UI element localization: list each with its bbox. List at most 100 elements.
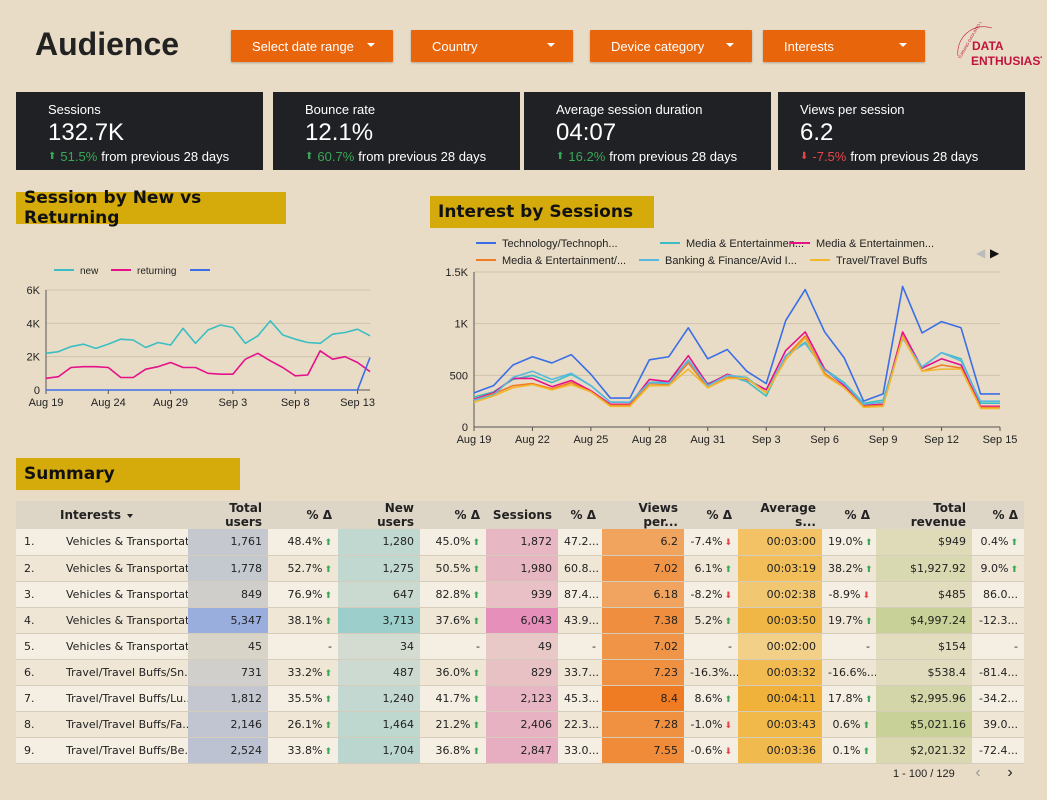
cell-v: 8.4 — [602, 685, 684, 711]
device-category-label: Device category — [611, 38, 705, 54]
cell-tu-delta: 76.9% ⬆ — [287, 587, 333, 601]
col-avg-session[interactable]: Average s... — [738, 501, 822, 529]
col-total-users-delta[interactable]: % Δ — [268, 501, 338, 529]
cell-s: 829 — [486, 659, 558, 685]
table-row[interactable]: 7. Travel/Travel Buffs/Lu... 1,812 35.5% ⬆ 1,… — [16, 685, 1024, 711]
cell-v: 7.55 — [602, 737, 684, 763]
cell-tu: 2,524 — [188, 737, 268, 763]
interest-name: Travel/Travel Buffs/Lu... — [66, 691, 188, 705]
device-category-filter[interactable]: Device category — [590, 30, 752, 62]
cell-tu: 5,347 — [188, 607, 268, 633]
summary-table-wrapper: Interests Total users % Δ New users % Δ … — [16, 501, 1024, 764]
col-sessions-delta[interactable]: % Δ — [558, 501, 602, 529]
cell-s: 1,872 — [486, 529, 558, 555]
table-row[interactable]: 3. Vehicles & Transportat... 849 76.9% ⬆ 647 8… — [16, 581, 1024, 607]
col-total-revenue[interactable]: Total revenue — [876, 501, 972, 529]
cell-a-delta: 19.0% ⬆ — [828, 535, 873, 549]
arrow-up-icon: ⬆ — [48, 151, 57, 162]
cell-v-delta: -7.4% ⬇ — [690, 535, 732, 549]
x-tick-label: Sep 9 — [869, 434, 898, 446]
page-title: Audience — [35, 26, 180, 62]
col-new-users-delta[interactable]: % Δ — [420, 501, 486, 529]
cell-tu: 731 — [188, 659, 268, 685]
cell-nu: 487 — [338, 659, 420, 685]
cell-v: 7.02 — [602, 633, 684, 659]
legend-label: Media & Entertainmen... — [686, 238, 804, 250]
row-index: 5. — [24, 639, 35, 653]
legend-label: Travel/Travel Buffs — [836, 255, 928, 267]
svg-text:DATA: DATA — [972, 39, 1004, 53]
x-tick-label: Aug 22 — [515, 434, 550, 446]
col-new-users[interactable]: New users — [338, 501, 420, 529]
cell-tu-delta: 52.7% ⬆ — [287, 561, 333, 575]
cell-r-delta: 86.0... — [983, 587, 1018, 601]
interest-name: Vehicles & Transportat... — [66, 535, 188, 549]
col-avg-session-delta[interactable]: % Δ — [822, 501, 876, 529]
cell-nu: 1,280 — [338, 529, 420, 555]
cell-r: $154 — [876, 633, 972, 659]
cell-nu-delta: 41.7% ⬆ — [435, 691, 481, 705]
sort-desc-icon — [126, 513, 133, 518]
legend-next-icon[interactable]: ▶ — [990, 246, 1000, 260]
cell-v: 7.38 — [602, 607, 684, 633]
table-row[interactable]: 5. Vehicles & Transportat... 45-34-49-7.02… — [16, 633, 1024, 659]
cell-a-delta: 17.8% ⬆ — [828, 691, 873, 705]
kpi-delta: 16.2% — [568, 149, 606, 164]
cell-v-delta: 6.1% ⬆ — [694, 561, 733, 575]
table-row[interactable]: 8. Travel/Travel Buffs/Fa... 2,146 26.1% ⬆ 1,… — [16, 711, 1024, 737]
interests-filter[interactable]: Interests — [763, 30, 925, 62]
arrow-up-icon: ⬆ — [324, 590, 332, 601]
col-total-users[interactable]: Total users — [188, 501, 268, 529]
cell-s: 2,123 — [486, 685, 558, 711]
cell-r-delta: -81.4... — [979, 665, 1018, 679]
kpi-suffix: from previous 28 days — [609, 149, 738, 164]
x-tick-label: Aug 31 — [690, 434, 725, 446]
row-index: 6. — [24, 665, 35, 679]
y-tick-label: 0 — [462, 422, 468, 434]
cell-s: 939 — [486, 581, 558, 607]
country-filter[interactable]: Country — [411, 30, 573, 62]
col-views-per-session[interactable]: Views per... — [602, 501, 684, 529]
interest-name: Travel/Travel Buffs/Be... — [66, 743, 188, 757]
cell-r: $4,997.24 — [876, 607, 972, 633]
cell-tu-delta: 38.1% ⬆ — [287, 613, 333, 627]
cell-s: 2,847 — [486, 737, 558, 763]
series-line-0 — [45, 320, 371, 355]
cell-tu: 1,761 — [188, 529, 268, 555]
cell-v: 7.02 — [602, 555, 684, 581]
col-sessions[interactable]: Sessions — [486, 501, 558, 529]
kpi-sessions: Sessions 132.7K ⬆ 51.5% from previous 28… — [16, 92, 263, 170]
cell-tu: 849 — [188, 581, 268, 607]
prev-page-icon[interactable]: ‹ — [970, 764, 986, 782]
col-interests[interactable]: Interests — [54, 501, 188, 529]
country-label: Country — [432, 38, 478, 54]
cell-r-delta: -72.4... — [979, 743, 1018, 757]
cell-nu: 3,713 — [338, 607, 420, 633]
table-row[interactable]: 1. Vehicles & Transportat... 1,761 48.4% ⬆ 1,… — [16, 529, 1024, 555]
series-line-4 — [473, 337, 1000, 406]
table-row[interactable]: 2. Vehicles & Transportat... 1,778 52.7% ⬆ 1,… — [16, 555, 1024, 581]
y-tick-label: 2K — [27, 352, 41, 364]
interest-name: Vehicles & Transportat... — [66, 561, 188, 575]
arrow-down-icon: ⬇ — [862, 590, 870, 601]
kpi-suffix: from previous 28 days — [850, 149, 979, 164]
table-row[interactable]: 9. Travel/Travel Buffs/Be... 2,524 33.8% ⬆ 1,… — [16, 737, 1024, 763]
x-tick-label: Sep 13 — [340, 397, 375, 409]
arrow-down-icon: ⬇ — [724, 538, 732, 549]
chevron-down-icon — [899, 43, 907, 47]
row-index: 8. — [24, 717, 35, 731]
col-revenue-delta[interactable]: % Δ — [972, 501, 1024, 529]
kpi-value: 6.2 — [800, 119, 834, 146]
next-page-icon[interactable]: › — [1002, 764, 1018, 782]
date-range-filter[interactable]: Select date range — [231, 30, 393, 62]
legend-prev-icon[interactable]: ◀ — [976, 246, 986, 260]
cell-nu-delta: 37.6% ⬆ — [435, 613, 481, 627]
arrow-up-icon: ⬆ — [556, 151, 565, 162]
table-row[interactable]: 6. Travel/Travel Buffs/Sn... 731 33.2% ⬆ 487 3… — [16, 659, 1024, 685]
arrow-down-icon: ⬇ — [724, 746, 732, 757]
arrow-up-icon: ⬆ — [1010, 564, 1018, 575]
arrow-up-icon: ⬆ — [324, 746, 332, 757]
col-views-delta[interactable]: % Δ — [684, 501, 738, 529]
table-row[interactable]: 4. Vehicles & Transportat... 5,347 38.1% ⬆ 3,… — [16, 607, 1024, 633]
cell-r-delta: 9.0% ⬆ — [980, 561, 1019, 575]
